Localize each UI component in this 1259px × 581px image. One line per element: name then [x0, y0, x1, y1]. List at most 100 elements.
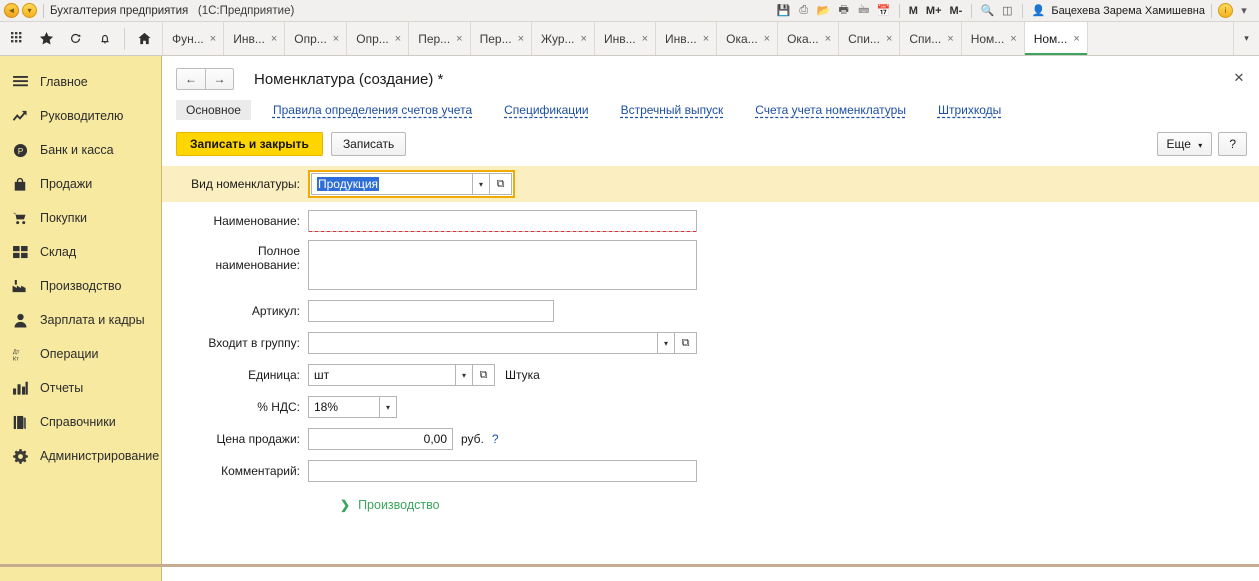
close-icon[interactable]: ×: [764, 33, 770, 45]
bottom-main-fill: [162, 567, 1259, 581]
nav-back-button[interactable]: ←: [176, 68, 205, 90]
document-tab[interactable]: Инв...×: [224, 22, 285, 55]
close-icon[interactable]: ×: [456, 33, 462, 45]
history-icon[interactable]: [62, 25, 89, 52]
form-nav-link-6[interactable]: Штрихкоды: [928, 100, 1011, 120]
unit-picker-icon[interactable]: ⧉: [473, 364, 495, 386]
document-tab[interactable]: Опр...×: [285, 22, 347, 55]
document-tab[interactable]: Инв...×: [595, 22, 656, 55]
kind-input[interactable]: Продукция: [311, 173, 473, 195]
document-tab[interactable]: Ока...×: [717, 22, 778, 55]
form-nav-link-5[interactable]: Счета учета номенклатуры: [745, 100, 916, 120]
close-icon[interactable]: ×: [581, 33, 587, 45]
save-icon[interactable]: 💾: [775, 2, 793, 20]
home-icon[interactable]: [131, 25, 158, 52]
document-tab-label: Спи...: [909, 32, 941, 46]
form-nav-link-2[interactable]: Правила определения счетов учета: [263, 100, 482, 120]
back-icon[interactable]: ◄: [4, 3, 19, 18]
document-tab[interactable]: Ном...×: [1025, 22, 1088, 55]
group-picker-icon[interactable]: ⧉: [675, 332, 697, 354]
magnifier-plus-icon[interactable]: 🔍: [978, 2, 996, 20]
panels-icon[interactable]: ◫: [998, 2, 1016, 20]
title-bar-right-toolbar: 💾 ⎙ 📂 🖶 🖮 📅 M M+ M- 🔍 ◫ 👤 Бацехева Зарем…: [775, 2, 1255, 20]
sidebar-item-7[interactable]: Производство: [0, 269, 161, 303]
sidebar-item-12[interactable]: Администрирование: [0, 439, 161, 473]
sidebar-item-5[interactable]: Покупки: [0, 201, 161, 235]
dropdown-icon[interactable]: ▾: [22, 3, 37, 18]
kind-control: Продукция ▾ ⧉: [308, 170, 515, 198]
form-nav-link-4[interactable]: Встречный выпуск: [611, 100, 734, 120]
calculator-icon[interactable]: 🖮: [855, 2, 873, 20]
print-icon[interactable]: ⎙: [795, 2, 813, 20]
document-tab[interactable]: Спи...×: [839, 22, 900, 55]
document-tab[interactable]: Ока...×: [778, 22, 839, 55]
document-tab[interactable]: Пер...×: [471, 22, 532, 55]
close-icon[interactable]: ×: [271, 33, 277, 45]
info-icon[interactable]: i: [1218, 3, 1233, 18]
sidebar-item-label: Продажи: [40, 177, 92, 191]
favorites-star-icon[interactable]: [33, 25, 60, 52]
more-menu-button[interactable]: Еще ▾: [1157, 132, 1213, 156]
sidebar-item-10[interactable]: Отчеты: [0, 371, 161, 405]
close-icon[interactable]: ×: [395, 33, 401, 45]
group-input[interactable]: [308, 332, 658, 354]
price-input[interactable]: 0,00: [308, 428, 453, 450]
close-icon[interactable]: ×: [1010, 33, 1016, 45]
save-button[interactable]: Записать: [331, 132, 406, 156]
close-icon[interactable]: ×: [825, 33, 831, 45]
sidebar-item-9[interactable]: ДтКтОперации: [0, 337, 161, 371]
sidebar-item-2[interactable]: Руководителю: [0, 99, 161, 133]
help-button[interactable]: ?: [1218, 132, 1247, 156]
tabs-overflow-button[interactable]: ▾: [1233, 22, 1259, 55]
vat-dropdown-icon[interactable]: ▾: [380, 396, 397, 418]
chevron-down-icon[interactable]: ▾: [1235, 2, 1253, 20]
price-help-icon[interactable]: ?: [492, 432, 499, 446]
close-icon[interactable]: ×: [333, 33, 339, 45]
close-icon[interactable]: ×: [518, 33, 524, 45]
kind-picker-icon[interactable]: ⧉: [490, 173, 512, 195]
document-tab[interactable]: Инв...×: [656, 22, 717, 55]
sidebar-item-1[interactable]: Главное: [0, 65, 161, 99]
save-and-close-button[interactable]: Записать и закрыть: [176, 132, 323, 156]
memory-subtract-button[interactable]: M-: [947, 5, 966, 17]
document-tab[interactable]: Жур...×: [532, 22, 595, 55]
calendar-icon[interactable]: 📅: [875, 2, 893, 20]
memory-add-button[interactable]: M+: [923, 5, 945, 17]
full-name-textarea[interactable]: [308, 240, 697, 290]
user-name-label[interactable]: Бацехева Зарема Хамишевна: [1049, 5, 1205, 17]
form-nav-link-1[interactable]: Основное: [176, 100, 251, 120]
sidebar-item-11[interactable]: Справочники: [0, 405, 161, 439]
memory-recall-button[interactable]: M: [906, 5, 921, 17]
close-icon[interactable]: ✕: [1231, 70, 1247, 86]
article-input[interactable]: [308, 300, 554, 322]
document-tab[interactable]: Ном...×: [962, 22, 1025, 55]
unit-input[interactable]: шт: [308, 364, 456, 386]
kind-dropdown-icon[interactable]: ▾: [473, 173, 490, 195]
sidebar-item-8[interactable]: Зарплата и кадры: [0, 303, 161, 337]
collapsible-production[interactable]: ❯ Производство: [162, 490, 1259, 512]
sidebar-item-6[interactable]: Склад: [0, 235, 161, 269]
document-tab[interactable]: Фун...×: [162, 22, 224, 55]
form-nav-link-3[interactable]: Спецификации: [494, 100, 598, 120]
close-icon[interactable]: ×: [1073, 33, 1079, 45]
nav-forward-button[interactable]: →: [205, 68, 234, 90]
document-tab[interactable]: Пер...×: [409, 22, 470, 55]
name-input[interactable]: [308, 210, 697, 232]
all-functions-icon[interactable]: [4, 25, 31, 52]
comment-input[interactable]: [308, 460, 697, 482]
print-preview-icon[interactable]: 🖶: [835, 2, 853, 20]
document-tab[interactable]: Спи... ×: [900, 22, 961, 55]
unit-dropdown-icon[interactable]: ▾: [456, 364, 473, 386]
close-icon[interactable]: ×: [642, 33, 648, 45]
notifications-bell-icon[interactable]: [91, 25, 118, 52]
sidebar-item-4[interactable]: Продажи: [0, 167, 161, 201]
close-icon[interactable]: ×: [886, 33, 892, 45]
close-icon[interactable]: ×: [210, 33, 216, 45]
sidebar-item-3[interactable]: PБанк и касса: [0, 133, 161, 167]
close-icon[interactable]: ×: [703, 33, 709, 45]
group-dropdown-icon[interactable]: ▾: [658, 332, 675, 354]
open-file-icon[interactable]: 📂: [815, 2, 833, 20]
vat-input[interactable]: 18%: [308, 396, 380, 418]
document-tab[interactable]: Опр...×: [347, 22, 409, 55]
close-icon[interactable]: ×: [947, 33, 953, 45]
